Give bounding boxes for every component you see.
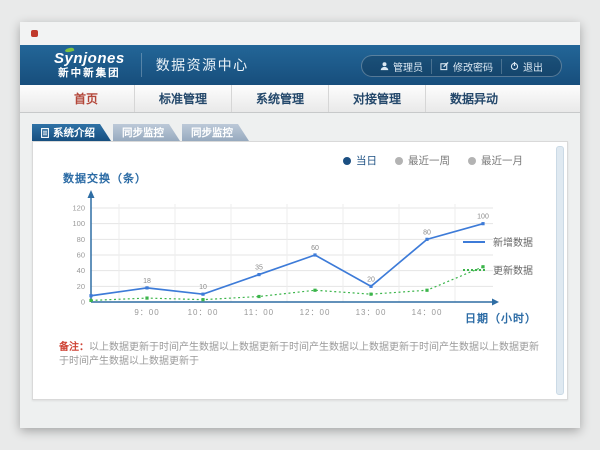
filter-last-month[interactable]: 最近一月 bbox=[468, 153, 523, 168]
app-header: Synjones 新中新集团 数据资源中心 管理员 修改密码 bbox=[20, 45, 580, 85]
legend-label: 新增数据 bbox=[493, 234, 533, 249]
nav-item-standard-mgmt[interactable]: 标准管理 bbox=[134, 85, 231, 112]
tab-label: 同步监控 bbox=[122, 125, 164, 140]
browser-window: Synjones 新中新集团 数据资源中心 管理员 修改密码 bbox=[20, 22, 580, 428]
user-name: 管理员 bbox=[393, 59, 423, 74]
user-icon bbox=[380, 61, 389, 71]
line-chart: 0 20 40 60 80 100 120 9：00 10：00 11：00 12：00 13：00 1… bbox=[47, 186, 513, 338]
blue-line-sample-icon bbox=[463, 241, 485, 243]
header-divider bbox=[141, 53, 142, 77]
filter-label: 最近一月 bbox=[481, 153, 523, 168]
nav-item-interface-mgmt[interactable]: 对接管理 bbox=[328, 85, 425, 112]
y-axis-title: 数据交换（条） bbox=[63, 170, 147, 186]
tab-bar: 系统介绍 同步监控 同步监控 bbox=[32, 124, 568, 141]
radio-icon bbox=[395, 157, 403, 165]
power-icon bbox=[510, 61, 519, 71]
svg-text:13：00: 13：00 bbox=[356, 308, 387, 317]
svg-text:35: 35 bbox=[255, 265, 263, 272]
edit-icon bbox=[440, 61, 449, 71]
window-favicon bbox=[31, 30, 38, 37]
tab-system-intro[interactable]: 系统介绍 bbox=[32, 124, 111, 141]
desktop-background: Synjones 新中新集团 数据资源中心 管理员 修改密码 bbox=[0, 0, 600, 450]
svg-text:10：00: 10：00 bbox=[188, 308, 219, 317]
svg-text:10: 10 bbox=[199, 284, 207, 291]
user-menu: 管理员 修改密码 退出 bbox=[361, 55, 562, 77]
page-title: 数据资源中心 bbox=[156, 55, 249, 75]
change-password-button[interactable]: 修改密码 bbox=[431, 59, 501, 74]
logout-button[interactable]: 退出 bbox=[501, 59, 551, 74]
time-filter-group: 当日 最近一周 最近一月 bbox=[343, 153, 523, 168]
svg-text:11：00: 11：00 bbox=[244, 308, 274, 317]
panel-scrollbar[interactable] bbox=[556, 146, 564, 395]
chart-panel: 当日 最近一周 最近一月 数据交换（条） 0 20 40 60 80 100 120 9：00… bbox=[32, 141, 568, 400]
logo-text: Synjones bbox=[54, 51, 125, 66]
footnote-text: 以上数据更新于时间产生数据以上数据更新于时间产生数据以上数据更新于时间产生数据以… bbox=[59, 342, 539, 367]
change-password-label: 修改密码 bbox=[453, 59, 493, 74]
footnote-prefix: 备注： bbox=[59, 342, 89, 353]
svg-text:80: 80 bbox=[77, 235, 85, 244]
tab-label: 系统介绍 bbox=[53, 125, 95, 140]
main-nav: 首页 标准管理 系统管理 对接管理 数据异动 bbox=[20, 85, 580, 113]
radio-icon bbox=[468, 157, 476, 165]
filter-today[interactable]: 当日 bbox=[343, 153, 377, 168]
legend-label: 更新数据 bbox=[493, 262, 533, 277]
svg-text:20: 20 bbox=[77, 282, 85, 291]
svg-text:18: 18 bbox=[143, 278, 151, 285]
company-logo: Synjones 新中新集团 bbox=[54, 51, 125, 79]
svg-text:0: 0 bbox=[81, 298, 85, 307]
svg-text:14：00: 14：00 bbox=[412, 308, 443, 317]
svg-text:120: 120 bbox=[72, 204, 85, 213]
filter-label: 当日 bbox=[356, 153, 377, 168]
svg-text:20: 20 bbox=[367, 276, 375, 283]
logo-subtext: 新中新集团 bbox=[54, 68, 125, 79]
green-dotted-sample-icon bbox=[463, 269, 485, 271]
nav-item-system-mgmt[interactable]: 系统管理 bbox=[231, 85, 328, 112]
logout-label: 退出 bbox=[523, 59, 543, 74]
nav-item-home[interactable]: 首页 bbox=[38, 85, 134, 112]
svg-text:60: 60 bbox=[77, 251, 85, 260]
chart-legend: 新增数据 更新数据 bbox=[463, 234, 533, 277]
tab-sync-monitor-1[interactable]: 同步监控 bbox=[113, 124, 180, 141]
tab-label: 同步监控 bbox=[191, 125, 233, 140]
nav-item-data-change[interactable]: 数据异动 bbox=[425, 85, 522, 112]
content-area: 系统介绍 同步监控 同步监控 当日 bbox=[20, 113, 580, 428]
filter-last-week[interactable]: 最近一周 bbox=[395, 153, 450, 168]
radio-icon bbox=[343, 157, 351, 165]
svg-text:60: 60 bbox=[311, 245, 319, 252]
svg-text:80: 80 bbox=[423, 229, 431, 236]
svg-text:9：00: 9：00 bbox=[134, 308, 159, 317]
svg-text:100: 100 bbox=[477, 214, 489, 221]
svg-text:12：00: 12：00 bbox=[300, 308, 331, 317]
current-user-button[interactable]: 管理员 bbox=[372, 59, 431, 74]
legend-new-data: 新增数据 bbox=[463, 234, 533, 249]
document-icon bbox=[41, 128, 49, 138]
legend-updated-data: 更新数据 bbox=[463, 262, 533, 277]
footnote: 备注：以上数据更新于时间产生数据以上数据更新于时间产生数据以上数据更新于时间产生… bbox=[59, 341, 541, 369]
x-axis-title: 日期（小时） bbox=[465, 310, 537, 326]
svg-text:40: 40 bbox=[77, 266, 85, 275]
tab-sync-monitor-2[interactable]: 同步监控 bbox=[182, 124, 249, 141]
filter-label: 最近一周 bbox=[408, 153, 450, 168]
svg-text:100: 100 bbox=[72, 219, 85, 228]
